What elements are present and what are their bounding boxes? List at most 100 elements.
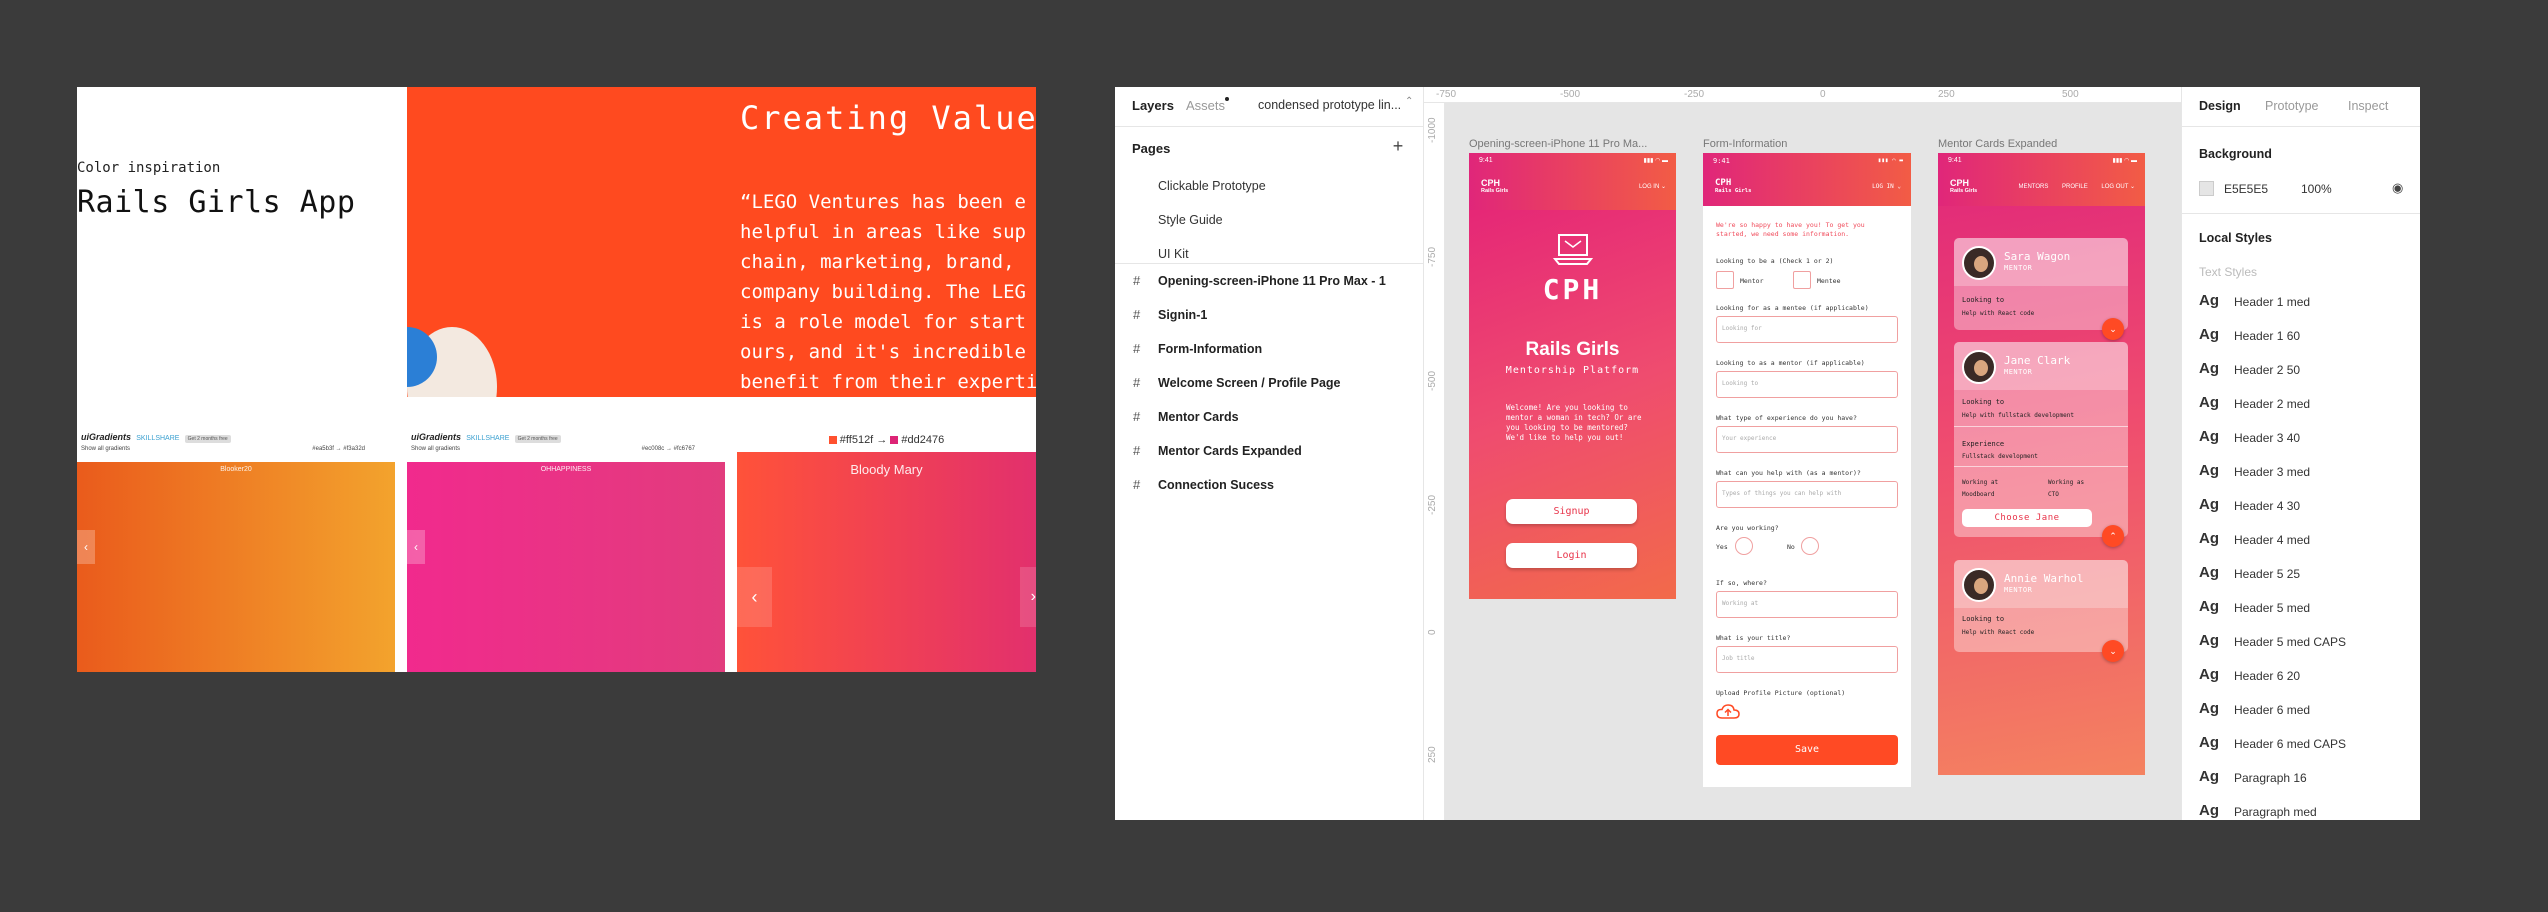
looking-label: Looking to [1962, 296, 2005, 304]
lego-title: Creating Value [740, 99, 1036, 137]
layer-frame[interactable]: # Form-Information [1115, 335, 1424, 365]
help-with-input[interactable]: Types of things you can help with [1716, 481, 1898, 508]
frame-label[interactable]: Mentor Cards Expanded [1938, 138, 2057, 150]
skillshare-link[interactable]: SKILLSHARE [136, 435, 179, 442]
question-label: If so, where? [1716, 579, 1767, 587]
layer-frame[interactable]: # Welcome Screen / Profile Page [1115, 369, 1424, 399]
mentor-checkbox[interactable] [1716, 271, 1734, 289]
show-all-gradients[interactable]: Show all gradients [411, 446, 460, 452]
page-item[interactable]: Clickable Prototype [1158, 179, 1266, 193]
gradient-card-blooker: uiGradients SKILLSHARE Get 2 months free… [77, 432, 395, 672]
looking-for-input[interactable]: Looking for [1716, 316, 1898, 343]
frame-label[interactable]: Form-Information [1703, 138, 1787, 150]
layer-frame[interactable]: # Connection Sucess [1115, 471, 1424, 501]
chevron-down-icon[interactable]: ⌄ [2102, 640, 2124, 662]
experience-label: Experience [1962, 440, 2005, 448]
page-item[interactable]: Style Guide [1158, 213, 1223, 227]
page-item[interactable]: UI Kit [1158, 247, 1189, 261]
layer-frame[interactable]: # Mentor Cards Expanded [1115, 437, 1424, 467]
working-at-input[interactable]: Working at [1716, 591, 1898, 618]
prev-arrow-icon[interactable]: ‹ [737, 567, 772, 627]
next-arrow-icon[interactable]: › [1020, 567, 1036, 627]
text-style-row[interactable]: Ag Header 3 40 [2182, 422, 2420, 456]
frame-form-information[interactable]: 9:41 ▮▮▮ ◠ ▬ CPH Rails Girls LOG IN ⌄ We'… [1703, 153, 1911, 787]
cph-logo[interactable]: CPH Rails Girls [1481, 179, 1508, 195]
text-style-row[interactable]: Ag Header 6 20 [2182, 660, 2420, 694]
frame-icon: # [1133, 443, 1141, 458]
layer-frame[interactable]: # Opening-screen-iPhone 11 Pro Max - 1 [1115, 267, 1424, 297]
promo-chip[interactable]: Get 2 months free [514, 435, 561, 443]
text-style-icon: Ag [2199, 632, 2219, 649]
mentor-card[interactable]: Sara Wagon MENTOR Looking to Help with R… [1954, 238, 2128, 330]
no-radio[interactable] [1801, 537, 1819, 555]
nav-mentors[interactable]: MENTORS [2018, 184, 2048, 190]
mentor-card[interactable]: Jane Clark MENTOR Looking to Help with f… [1954, 342, 2128, 537]
chevron-up-icon[interactable]: ⌃ [1405, 96, 1413, 107]
text-style-row[interactable]: Ag Paragraph 16 [2182, 762, 2420, 796]
tab-assets[interactable]: Assets [1186, 98, 1225, 113]
text-style-row[interactable]: Ag Header 3 med [2182, 456, 2420, 490]
eye-icon[interactable]: ◉ [2392, 180, 2403, 196]
text-style-row[interactable]: Ag Header 5 25 [2182, 558, 2420, 592]
text-style-row[interactable]: Ag Header 2 med [2182, 388, 2420, 422]
frame-opening-screen[interactable]: 9:41 ▮▮▮ ◠ ▬ CPH Rails Girls LOG IN ⌄ CPH… [1469, 153, 1676, 599]
nav-profile[interactable]: PROFILE [2062, 184, 2088, 190]
text-style-row[interactable]: Ag Header 2 50 [2182, 354, 2420, 388]
layer-frame[interactable]: # Mentor Cards [1115, 403, 1424, 433]
prev-arrow-icon[interactable]: ‹ [77, 530, 95, 564]
logo-subtext: Rails Girls [1950, 188, 1978, 194]
looking-to-input[interactable]: Looking to [1716, 371, 1898, 398]
background-opacity-input[interactable]: 100% [2301, 182, 2332, 196]
divider [1954, 466, 2128, 467]
promo-chip[interactable]: Get 2 months free [184, 435, 231, 443]
text-style-row[interactable]: Ag Header 1 60 [2182, 320, 2420, 354]
cph-logo[interactable]: CPH Rails Girls [1950, 179, 1977, 195]
yes-radio[interactable] [1735, 537, 1753, 555]
signup-button[interactable]: Signup [1506, 499, 1637, 524]
tab-prototype[interactable]: Prototype [2265, 99, 2319, 113]
show-all-gradients[interactable]: Show all gradients [81, 446, 130, 452]
background-hex-input[interactable]: E5E5E5 [2224, 182, 2268, 196]
status-bar: 9:41 ▮▮▮ ◠ ▬ [1479, 157, 1668, 164]
text-style-row[interactable]: Ag Paragraph med [2182, 796, 2420, 820]
chevron-up-icon[interactable]: ⌃ [2102, 525, 2124, 547]
ruler-tick: 0 [1820, 89, 1826, 100]
text-style-row[interactable]: Ag Header 4 30 [2182, 490, 2420, 524]
text-style-row[interactable]: Ag Header 5 med [2182, 592, 2420, 626]
text-style-row[interactable]: Ag Header 6 med [2182, 694, 2420, 728]
text-style-row[interactable]: Ag Header 6 med CAPS [2182, 728, 2420, 762]
nav-login[interactable]: LOG IN ⌄ [1639, 184, 1666, 190]
frame-label[interactable]: Opening-screen-iPhone 11 Pro Ma... [1469, 138, 1647, 150]
lego-quote: “LEGO Ventures has been e helpful in are… [740, 191, 1036, 393]
looking-label: Looking to [1962, 615, 2005, 623]
experience-input[interactable]: Your experience [1716, 426, 1898, 453]
mentee-checkbox[interactable] [1793, 271, 1811, 289]
layer-frame[interactable]: # Signin-1 [1115, 301, 1424, 331]
text-style-row[interactable]: Ag Header 1 med [2182, 286, 2420, 320]
text-style-name: Header 1 60 [2234, 329, 2301, 343]
login-button[interactable]: Login [1506, 543, 1637, 568]
prev-arrow-icon[interactable]: ‹ [407, 530, 425, 564]
tab-design[interactable]: Design [2199, 99, 2241, 113]
text-style-row[interactable]: Ag Header 4 med [2182, 524, 2420, 558]
background-swatch[interactable] [2199, 181, 2214, 196]
add-page-icon[interactable]: + [1388, 136, 1408, 157]
text-style-row[interactable]: Ag Header 5 med CAPS [2182, 626, 2420, 660]
save-button[interactable]: Save [1716, 735, 1898, 765]
text-style-name: Header 4 30 [2234, 499, 2301, 513]
ruler-tick: -250 [1427, 494, 1438, 515]
nav-login[interactable]: LOG IN ⌄ [1872, 183, 1901, 190]
tab-layers[interactable]: Layers [1132, 98, 1174, 113]
mentor-card[interactable]: Annie Warhol MENTOR Looking to Help with… [1954, 560, 2128, 652]
tab-inspect[interactable]: Inspect [2348, 99, 2388, 113]
frame-mentor-cards-expanded[interactable]: 9:41 ▮▮▮ ◠ ▬ CPH Rails Girls MENTORS PROF… [1938, 153, 2145, 775]
cph-logo[interactable]: CPH Rails Girls [1715, 179, 1751, 195]
working-at-label: Working at [1962, 479, 1999, 486]
nav-logout[interactable]: LOG OUT ⌄ [2101, 184, 2135, 190]
skillshare-link[interactable]: SKILLSHARE [466, 435, 509, 442]
upload-cloud-icon[interactable] [1716, 704, 1740, 720]
choose-mentor-button[interactable]: Choose Jane [1962, 509, 2092, 527]
job-title-input[interactable]: Job title [1716, 646, 1898, 673]
chevron-down-icon[interactable]: ⌄ [2102, 318, 2124, 340]
current-page-dropdown[interactable]: condensed prototype lin... [1258, 98, 1401, 112]
